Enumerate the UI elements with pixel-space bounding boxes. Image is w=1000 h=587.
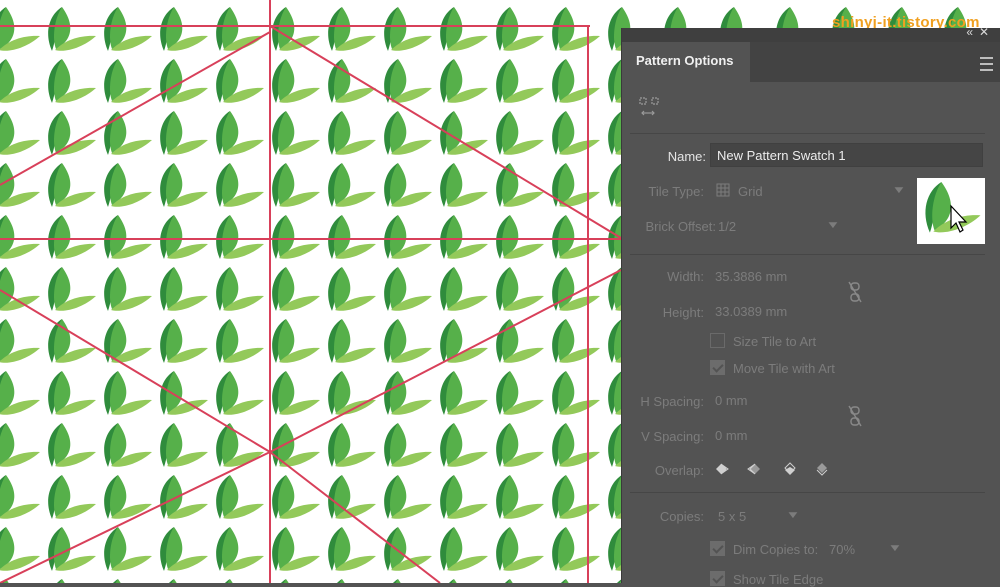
- panel-title-strip[interactable]: « ✕: [622, 25, 1000, 42]
- close-icon[interactable]: ✕: [979, 25, 989, 39]
- height-field[interactable]: 33.0389 mm: [715, 304, 787, 319]
- overlap-right-icon[interactable]: [746, 461, 762, 477]
- overlap-label: Overlap:: [654, 463, 704, 478]
- brick-offset-dropdown[interactable]: 1/2: [718, 219, 736, 234]
- show-tile-edge-checkbox[interactable]: [710, 571, 725, 586]
- chevron-down-icon[interactable]: ▼: [888, 543, 903, 554]
- link-icon[interactable]: [848, 405, 862, 427]
- v-spacing-field[interactable]: 0 mm: [715, 428, 748, 443]
- dim-copies-checkbox[interactable]: [710, 541, 725, 556]
- overlap-bottom-icon[interactable]: [814, 461, 830, 477]
- copies-label: Copies:: [659, 509, 704, 524]
- pattern-swatch-preview: [917, 178, 985, 244]
- name-field[interactable]: New Pattern Swatch 1: [710, 143, 983, 167]
- divider: [630, 133, 985, 134]
- h-spacing-field[interactable]: 0 mm: [715, 393, 748, 408]
- tile-edit-icon[interactable]: [638, 96, 664, 118]
- divider: [630, 254, 985, 255]
- tab-pattern-options[interactable]: Pattern Options: [622, 42, 750, 82]
- tile-type-label: Tile Type:: [648, 184, 704, 199]
- tile-type-dropdown[interactable]: Grid: [738, 184, 763, 199]
- width-label: Width:: [667, 269, 704, 284]
- chevron-down-icon[interactable]: ▼: [786, 510, 801, 521]
- chevron-down-icon[interactable]: ▼: [892, 185, 907, 196]
- size-tile-checkbox[interactable]: [710, 333, 725, 348]
- dim-copies-dropdown[interactable]: 70%: [829, 542, 855, 557]
- show-tile-edge-label: Show Tile Edge: [733, 572, 824, 587]
- width-field[interactable]: 35.3886 mm: [715, 269, 787, 284]
- copies-dropdown[interactable]: 5 x 5: [718, 509, 746, 524]
- v-spacing-label: V Spacing:: [641, 429, 704, 444]
- grid-icon: [716, 183, 730, 197]
- move-tile-label: Move Tile with Art: [733, 361, 835, 376]
- dim-copies-label: Dim Copies to:: [733, 542, 819, 557]
- panel-tab-bar: Pattern Options: [622, 42, 1000, 82]
- collapse-icon[interactable]: «: [966, 25, 973, 39]
- move-tile-checkbox[interactable]: [710, 360, 725, 375]
- divider: [630, 492, 985, 493]
- size-tile-label: Size Tile to Art: [733, 334, 817, 349]
- brick-offset-label: Brick Offset:: [645, 219, 716, 234]
- overlap-top-icon[interactable]: [782, 461, 798, 477]
- pattern-options-panel: « ✕ Pattern Options Name: New Pattern Sw…: [621, 25, 1000, 587]
- menu-icon[interactable]: [980, 57, 993, 71]
- h-spacing-label: H Spacing:: [640, 394, 704, 409]
- link-icon[interactable]: [848, 281, 862, 303]
- name-label: Name:: [667, 149, 706, 164]
- chevron-down-icon[interactable]: ▼: [826, 220, 841, 231]
- overlap-left-icon[interactable]: [714, 461, 730, 477]
- height-label: Height:: [662, 305, 704, 320]
